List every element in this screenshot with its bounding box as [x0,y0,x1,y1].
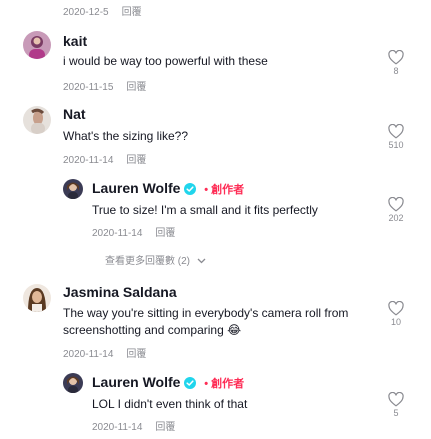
comment-meta: 2020-12-5 回覆 [63,3,142,18]
reply-button[interactable]: 回覆 [126,155,146,166]
comment-text: True to size! I'm a small and it fits pe… [92,203,318,217]
reply-author-row: Lauren Wolfe • 創作者 [92,374,245,390]
comment-text: LOL I didn't even think of that [92,397,248,411]
like-count: 202 [388,213,404,223]
verified-icon [184,183,197,196]
like-count: 10 [390,317,401,327]
comment-author[interactable]: Nat [63,106,86,122]
comment-author[interactable]: Jasmina Saldana [63,284,177,300]
comment-date: 2020-11-14 [63,349,114,360]
like-count: 510 [388,140,404,150]
like-button[interactable]: 10 [386,301,406,327]
avatar[interactable] [23,106,51,134]
avatar[interactable] [63,373,83,393]
comment-meta: 2020-11-14 回覆 [92,224,175,239]
comment-text: i would be way too powerful with these [63,54,268,68]
creator-label: 創作者 [211,378,245,390]
heart-icon [388,124,404,139]
comment-date: 2020-11-15 [63,82,114,93]
comment-date: 2020-11-14 [92,422,143,433]
reply-button[interactable]: 回覆 [126,349,146,360]
like-button[interactable]: 8 [386,50,406,76]
comment-author[interactable]: Lauren Wolfe [92,180,180,196]
comment-date: 2020-11-14 [92,228,143,239]
comment-date: 2020-11-14 [63,155,114,166]
reply-button[interactable]: 回覆 [155,228,175,239]
comment-date: 2020-12-5 [63,7,109,18]
like-button[interactable]: 510 [386,124,406,150]
comment-text: The way you're sitting in everybody's ca… [63,306,349,337]
view-more-replies[interactable]: 查看更多回覆數 (2) [105,252,206,267]
chevron-down-icon [197,258,206,264]
heart-icon [388,301,404,316]
avatar[interactable] [63,179,83,199]
reply-author-row: Lauren Wolfe • 創作者 [92,180,245,196]
like-button[interactable]: 5 [386,392,406,418]
heart-icon [388,197,404,212]
comment-meta: 2020-11-14 回覆 [92,418,175,433]
avatar[interactable] [23,31,51,59]
like-button[interactable]: 202 [386,197,406,223]
view-more-label: 查看更多回覆數 (2) [105,256,190,267]
avatar[interactable] [23,284,51,312]
comment-author[interactable]: kait [63,33,87,49]
comment-meta: 2020-11-15 回覆 [63,78,146,93]
comment-meta: 2020-11-14 回覆 [63,151,146,166]
reply-button[interactable]: 回覆 [126,82,146,93]
comment-meta: 2020-11-14 回覆 [63,345,146,360]
heart-icon [388,50,404,65]
like-count: 5 [393,408,399,418]
verified-icon [184,377,197,390]
like-count: 8 [393,66,399,76]
reply-button[interactable]: 回覆 [155,422,175,433]
reply-button[interactable]: 回覆 [122,7,142,18]
creator-label: 創作者 [211,184,245,196]
heart-icon [388,392,404,407]
comment-text: What's the sizing like?? [63,129,189,143]
comment-author[interactable]: Lauren Wolfe [92,374,180,390]
